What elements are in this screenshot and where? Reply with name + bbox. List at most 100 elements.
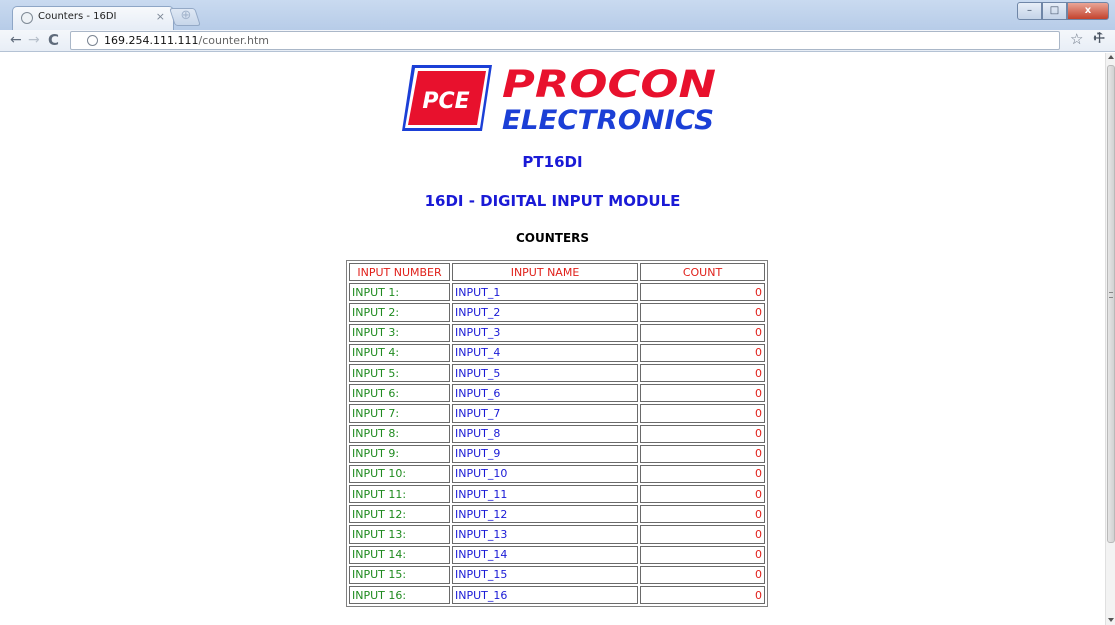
table-row: INPUT 5: INPUT_5 0 — [349, 363, 765, 383]
counters-table-body: INPUT 1: INPUT_1 0 INPUT 2: INPUT_2 0 INPUT 3:… — [349, 283, 765, 605]
input-number-cell: INPUT 12: — [349, 505, 450, 524]
count-cell: 0 — [640, 303, 765, 322]
url-text: 169.254.111.111/counter.htm — [104, 34, 269, 47]
input-name-cell: INPUT_7 — [452, 404, 638, 423]
count-cell: 0 — [640, 565, 765, 584]
new-tab-button[interactable]: ⊕ — [169, 8, 201, 26]
scroll-down-arrow-icon[interactable] — [1108, 618, 1114, 622]
table-row: INPUT 13: INPUT_13 0 — [349, 525, 765, 544]
input-name-cell: INPUT_13 — [452, 525, 638, 544]
table-row: INPUT 12: INPUT_12 0 — [349, 505, 765, 524]
model-name: PT16DI — [522, 153, 583, 171]
star-icon[interactable]: ☆ — [1070, 30, 1083, 48]
logo-badge-text: PCE — [422, 89, 469, 114]
header-input-name: INPUT NAME — [452, 263, 638, 282]
vertical-scrollbar[interactable] — [1105, 53, 1115, 625]
table-row: INPUT 14: INPUT_14 0 — [349, 545, 765, 564]
counters-table: INPUT NUMBER INPUT NAME COUNT INPUT 1: IN… — [346, 260, 768, 608]
count-cell: 0 — [640, 424, 765, 443]
input-number-cell: INPUT 8: — [349, 424, 450, 443]
close-window-button[interactable]: x — [1067, 2, 1109, 20]
input-name-cell: INPUT_6 — [452, 384, 638, 403]
scrollbar-thumb[interactable] — [1107, 65, 1115, 543]
input-name-cell: INPUT_9 — [452, 444, 638, 463]
table-row: INPUT 10: INPUT_10 0 — [349, 464, 765, 484]
page-content: PCE PROCON ELECTRONICS PT16DI 16DI - DIG… — [0, 53, 1105, 625]
table-row: INPUT 15: INPUT_15 0 — [349, 565, 765, 584]
input-number-cell: INPUT 9: — [349, 444, 450, 463]
table-header-row: INPUT NUMBER INPUT NAME COUNT — [349, 263, 765, 282]
input-name-cell: INPUT_14 — [452, 545, 638, 564]
back-arrow-icon[interactable]: ← — [10, 32, 22, 48]
count-cell: 0 — [640, 485, 765, 504]
tab-title: Counters - 16DI — [38, 11, 117, 22]
section-title: COUNTERS — [515, 231, 590, 245]
input-number-cell: INPUT 11: — [349, 485, 450, 504]
input-number-cell: INPUT 14: — [349, 545, 450, 564]
input-number-cell: INPUT 13: — [349, 525, 450, 544]
browser-tab[interactable]: Counters - 16DI × — [12, 6, 174, 30]
table-row: INPUT 1: INPUT_1 0 — [349, 283, 765, 302]
input-number-cell: INPUT 4: — [349, 343, 450, 362]
module-title: 16DI - DIGITAL INPUT MODULE — [424, 192, 681, 210]
table-row: INPUT 7: INPUT_7 0 — [349, 404, 765, 423]
input-name-cell: INPUT_11 — [452, 485, 638, 504]
input-name-cell: INPUT_15 — [452, 565, 638, 584]
table-row: INPUT 3: INPUT_3 0 — [349, 323, 765, 342]
header-input-number: INPUT NUMBER — [349, 263, 450, 282]
input-number-cell: INPUT 6: — [349, 384, 450, 403]
table-row: INPUT 9: INPUT_9 0 — [349, 444, 765, 463]
maximize-button[interactable]: □ — [1042, 2, 1067, 20]
input-number-cell: INPUT 2: — [349, 303, 450, 322]
table-row: INPUT 4: INPUT_4 0 — [349, 343, 765, 362]
input-number-cell: INPUT 16: — [349, 586, 450, 605]
count-cell: 0 — [640, 464, 765, 484]
input-number-cell: INPUT 3: — [349, 323, 450, 342]
count-cell: 0 — [640, 586, 765, 605]
count-cell: 0 — [640, 505, 765, 524]
count-cell: 0 — [640, 323, 765, 342]
page-favicon-icon — [21, 12, 33, 24]
input-name-cell: INPUT_8 — [452, 424, 638, 443]
address-bar[interactable]: 169.254.111.111/counter.htm — [70, 31, 1060, 50]
input-name-cell: INPUT_1 — [452, 283, 638, 302]
new-tab-icon: ⊕ — [180, 8, 192, 23]
scroll-up-arrow-icon[interactable] — [1108, 55, 1114, 59]
count-cell: 0 — [640, 545, 765, 564]
input-name-cell: INPUT_10 — [452, 464, 638, 484]
reload-icon[interactable]: C — [48, 31, 59, 49]
input-number-cell: INPUT 15: — [349, 565, 450, 584]
input-number-cell: INPUT 5: — [349, 363, 450, 383]
count-cell: 0 — [640, 343, 765, 362]
minimize-button[interactable]: – — [1017, 2, 1042, 20]
input-number-cell: INPUT 10: — [349, 464, 450, 484]
count-cell: 0 — [640, 363, 765, 383]
browser-toolbar: ← → C 169.254.111.111/counter.htm ☆ ⚒ — [0, 29, 1115, 52]
input-name-cell: INPUT_4 — [452, 343, 638, 362]
input-name-cell: INPUT_5 — [452, 363, 638, 383]
input-name-cell: INPUT_3 — [452, 323, 638, 342]
table-row: INPUT 2: INPUT_2 0 — [349, 303, 765, 322]
logo-line2: ELECTRONICS — [502, 105, 714, 133]
count-cell: 0 — [640, 283, 765, 302]
table-row: INPUT 8: INPUT_8 0 — [349, 424, 765, 443]
url-path: /counter.htm — [198, 34, 270, 47]
count-cell: 0 — [640, 444, 765, 463]
table-row: INPUT 6: INPUT_6 0 — [349, 384, 765, 403]
input-name-cell: INPUT_12 — [452, 505, 638, 524]
globe-icon — [87, 35, 98, 46]
header-count: COUNT — [640, 263, 765, 282]
wrench-icon[interactable]: ⚒ — [1090, 29, 1109, 48]
url-host: 169.254.111.111 — [104, 34, 199, 47]
browser-titlebar: Counters - 16DI × ⊕ – □ x — [0, 0, 1115, 30]
table-row: INPUT 11: INPUT_11 0 — [349, 485, 765, 504]
forward-arrow-icon[interactable]: → — [28, 32, 40, 48]
input-number-cell: INPUT 1: — [349, 283, 450, 302]
scrollbar-grip-icon — [1109, 292, 1113, 298]
count-cell: 0 — [640, 404, 765, 423]
input-name-cell: INPUT_2 — [452, 303, 638, 322]
procon-logo: PCE PROCON ELECTRONICS — [402, 63, 716, 133]
count-cell: 0 — [640, 384, 765, 403]
tab-close-icon[interactable]: × — [156, 10, 165, 23]
count-cell: 0 — [640, 525, 765, 544]
